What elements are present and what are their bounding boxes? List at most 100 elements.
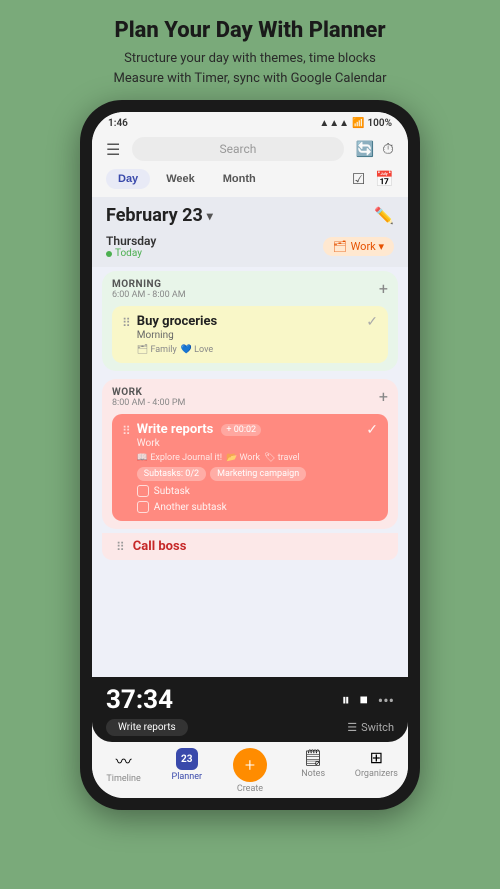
- phone-wrapper: 1:46 ▲▲▲ 📶 100% ☰ Search 🔄 ⏱ Day Week Mo…: [80, 100, 420, 810]
- menu-icon[interactable]: ☰: [106, 140, 120, 159]
- wifi-icon: 📶: [352, 118, 364, 129]
- checkbox-2[interactable]: [137, 501, 149, 513]
- create-label: Create: [237, 784, 263, 794]
- checkbox-label-1: Subtask: [154, 486, 190, 497]
- pause-icon[interactable]: ⏸: [342, 690, 350, 710]
- checkbox-row-2: Another subtask: [137, 501, 306, 513]
- search-placeholder: Search: [220, 142, 257, 156]
- top-action-icons: 🔄 ⏱: [356, 140, 394, 158]
- time-badge-reports: + 00:02: [221, 424, 261, 436]
- timeline-icon: 〰: [116, 748, 132, 772]
- timer-icon[interactable]: ⏱: [382, 140, 394, 158]
- today-label: Today: [106, 248, 156, 259]
- status-time: 1:46: [108, 118, 128, 129]
- create-btn[interactable]: +: [233, 748, 267, 782]
- switch-label: Switch: [361, 721, 394, 734]
- bottom-nav: 〰 Timeline 23 Planner + Create 🗒 Notes ⊞…: [92, 742, 408, 798]
- date-title: February 23 ▾: [106, 205, 213, 226]
- task-left-reports: ⠿ Write reports + 00:02 Work 📖 Explore J…: [122, 422, 306, 513]
- drag-icon-call-boss: ⠿: [116, 540, 125, 554]
- task-card-reports[interactable]: ⠿ Write reports + 00:02 Work 📖 Explore J…: [112, 414, 388, 521]
- checkbox-row-1: Subtask: [137, 485, 306, 497]
- calendar-icon[interactable]: 📅: [375, 170, 394, 188]
- notes-icon: 🗒: [303, 748, 323, 767]
- tab-right-icons: ☑ 📅: [352, 170, 394, 188]
- timer-task-label[interactable]: Write reports: [106, 719, 188, 736]
- task-header-groceries: ⠿ Buy groceries Morning 🗂 Family 💙 Love …: [122, 314, 378, 355]
- planner-badge: 23: [176, 748, 198, 770]
- task-tag-family: 🗂 Family: [137, 345, 177, 355]
- nav-item-timeline[interactable]: 〰 Timeline: [102, 748, 146, 794]
- planner-label: Planner: [172, 772, 203, 782]
- work-badge[interactable]: 🗂 Work ▾: [323, 237, 394, 256]
- timer-bar: 37:34 ⏸ ⏹ ••• Write reports ☰ Switch: [92, 677, 408, 742]
- timer-time: 37:34: [106, 685, 173, 715]
- morning-add-icon[interactable]: +: [379, 279, 388, 298]
- morning-section: MORNING 6:00 AM - 8:00 AM + ⠿ Buy grocer…: [102, 271, 398, 371]
- timeline-label: Timeline: [106, 774, 140, 784]
- day-row: Thursday Today 🗂 Work ▾: [92, 232, 408, 267]
- check-icon-reports[interactable]: ✓: [366, 422, 378, 438]
- checkbox-1[interactable]: [137, 485, 149, 497]
- work-section-info: WORK 8:00 AM - 4:00 PM: [112, 387, 185, 408]
- checklist-icon[interactable]: ☑: [352, 170, 365, 188]
- organizers-icon: ⊞: [370, 748, 383, 767]
- work-section-header: WORK 8:00 AM - 4:00 PM +: [112, 387, 388, 408]
- timer-task-row: Write reports ☰ Switch: [106, 719, 394, 736]
- task-card-groceries[interactable]: ⠿ Buy groceries Morning 🗂 Family 💙 Love …: [112, 306, 388, 363]
- task-body-reports: Write reports + 00:02 Work 📖 Explore Jou…: [137, 422, 306, 513]
- task-body-groceries: Buy groceries Morning 🗂 Family 💙 Love: [137, 314, 217, 355]
- search-area[interactable]: Search: [132, 137, 343, 161]
- call-boss-row[interactable]: ⠿ Call boss: [102, 533, 398, 560]
- morning-time: 6:00 AM - 8:00 AM: [112, 290, 186, 300]
- checkbox-label-2: Another subtask: [154, 502, 227, 513]
- date-text: February 23: [106, 205, 203, 226]
- timer-controls: ⏸ ⏹ •••: [342, 690, 394, 710]
- day-name: Thursday: [106, 234, 156, 248]
- morning-section-header: MORNING 6:00 AM - 8:00 AM +: [112, 279, 388, 300]
- task-title-reports: Write reports + 00:02: [137, 422, 306, 437]
- tab-day[interactable]: Day: [106, 169, 150, 189]
- tag-journal: 📖 Explore Journal it!: [137, 453, 222, 463]
- marketing-badge: Marketing campaign: [210, 467, 306, 481]
- signal-icon: ▲▲▲: [319, 118, 349, 129]
- drag-icon-reports: ⠿: [122, 424, 131, 438]
- refresh-icon[interactable]: 🔄: [356, 140, 375, 158]
- day-info: Thursday Today: [106, 234, 156, 259]
- task-left-groceries: ⠿ Buy groceries Morning 🗂 Family 💙 Love: [122, 314, 217, 355]
- top-bar: ☰ Search 🔄 ⏱: [92, 133, 408, 169]
- edit-icon[interactable]: ✏️: [374, 206, 394, 225]
- more-icon[interactable]: •••: [378, 691, 394, 710]
- task-tags-reports: 📖 Explore Journal it! 📂 Work 🏷 travel: [137, 453, 306, 463]
- status-right: ▲▲▲ 📶 100%: [319, 118, 392, 129]
- work-time: 8:00 AM - 4:00 PM: [112, 398, 185, 408]
- check-icon-groceries[interactable]: ✓: [366, 314, 378, 330]
- call-boss-title: Call boss: [133, 539, 187, 554]
- nav-item-organizers[interactable]: ⊞ Organizers: [354, 748, 398, 794]
- nav-item-planner[interactable]: 23 Planner: [165, 748, 209, 794]
- nav-item-notes[interactable]: 🗒 Notes: [291, 748, 335, 794]
- subtasks-badge: Subtasks: 0/2: [137, 467, 206, 481]
- title-text-reports: Write reports: [137, 422, 214, 437]
- timer-display: 37:34 ⏸ ⏹ •••: [106, 685, 394, 715]
- work-badge-label: Work ▾: [351, 240, 384, 253]
- page-title: Plan Your Day With Planner: [114, 18, 387, 43]
- task-subtitle-groceries: Morning: [137, 330, 217, 341]
- switch-btn[interactable]: ☰ Switch: [347, 721, 394, 734]
- stop-icon[interactable]: ⏹: [360, 690, 368, 710]
- task-title-groceries: Buy groceries: [137, 314, 217, 329]
- page-subtitle: Structure your day with themes, time blo…: [114, 49, 387, 88]
- status-bar: 1:46 ▲▲▲ 📶 100%: [92, 112, 408, 133]
- subtasks-row: Subtasks: 0/2 Marketing campaign: [137, 467, 306, 481]
- tag-work: 📂 Work: [226, 453, 260, 463]
- date-header: February 23 ▾ ✏️: [92, 197, 408, 232]
- task-subtitle-reports: Work: [137, 438, 306, 449]
- work-add-icon[interactable]: +: [379, 387, 388, 406]
- view-tabs: Day Week Month ☑ 📅: [92, 169, 408, 197]
- tab-month[interactable]: Month: [211, 169, 268, 189]
- work-badge-icon: 🗂: [333, 240, 347, 253]
- drag-icon-groceries: ⠿: [122, 316, 131, 330]
- tab-week[interactable]: Week: [154, 169, 207, 189]
- tag-travel: 🏷 travel: [264, 453, 300, 463]
- nav-item-create[interactable]: + Create: [228, 748, 272, 794]
